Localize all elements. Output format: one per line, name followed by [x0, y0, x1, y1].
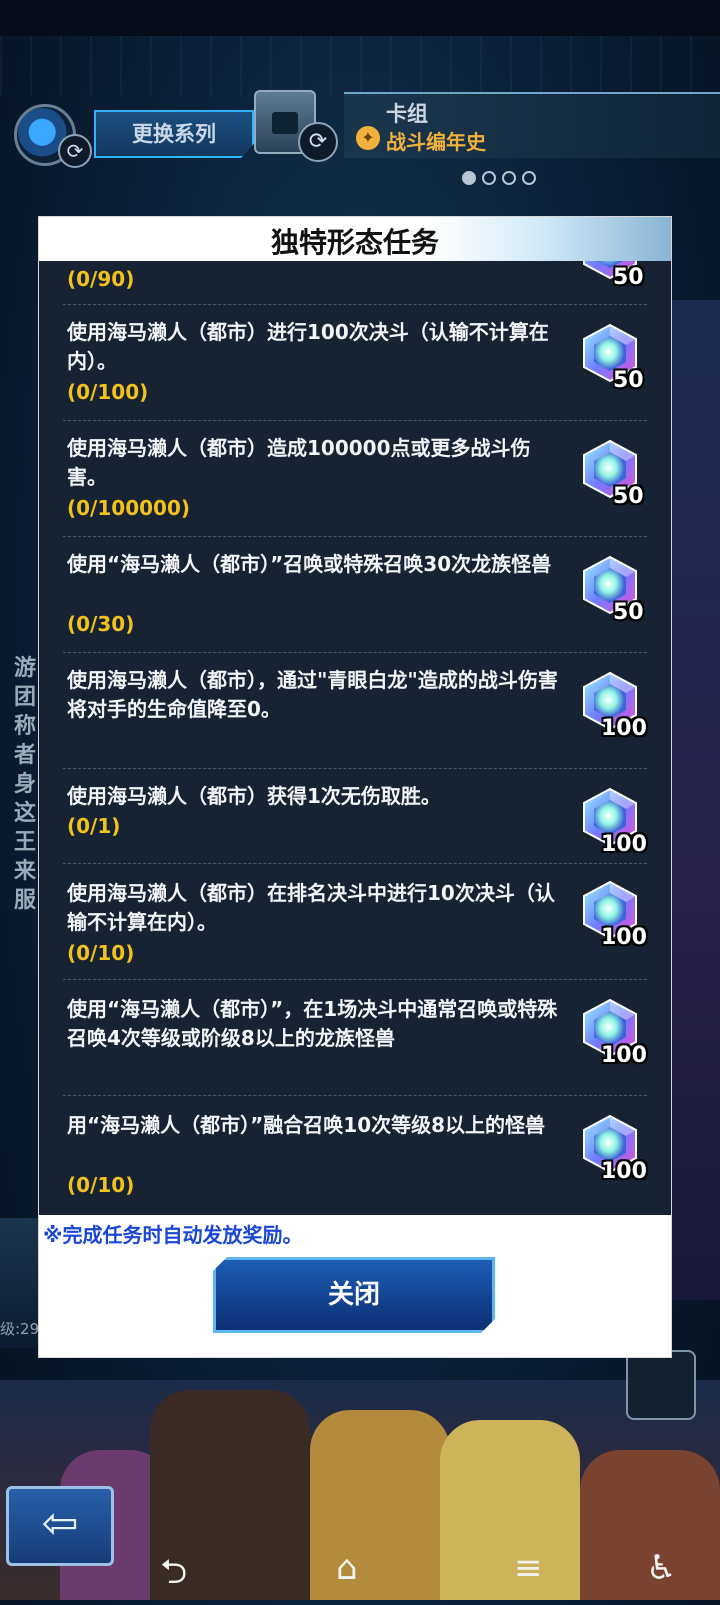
mission-item: 使用海马濑人（都市），通过"青眼白龙"造成的战斗伤害将对手的生命值降至0。 10…	[39, 666, 671, 776]
mission-description: 用“海马濑人（都市）”融合召唤10次等级8以上的怪兽	[67, 1113, 546, 1137]
divider	[63, 304, 647, 305]
divider	[63, 979, 647, 980]
accessibility-icon[interactable]: ♿	[646, 1548, 676, 1588]
mission-description: 使用海马濑人（都市）获得1次无伤取胜。	[67, 784, 441, 808]
page-dot	[502, 171, 516, 185]
divider	[63, 652, 647, 653]
mission-progress: (0/90)	[67, 267, 135, 291]
mission-item: 使用海马濑人（都市）造成100000点或更多战斗伤害。 (0/100000) 5…	[39, 434, 671, 544]
mission-description: 使用海马濑人（都市），通过"青眼白龙"造成的战斗伤害将对手的生命值降至0。	[67, 668, 558, 721]
reward-amount: 50	[613, 600, 644, 625]
character-description-text: 游团称者身这王来服	[14, 656, 37, 913]
mission-item: 使用“海马濑人（都市）”，在1场决斗中通常召唤或特殊召唤4次等级或阶级8以上的龙…	[39, 995, 671, 1105]
accessibility-panel-icon[interactable]	[626, 1350, 696, 1420]
deck-selector[interactable]: 卡组 ✦ 战斗编年史	[344, 92, 720, 158]
divider	[63, 863, 647, 864]
refresh-icon: ⟳	[58, 134, 92, 168]
auto-reward-note: ※完成任务时自动发放奖励。	[43, 1223, 303, 1247]
mission-progress: (0/10)	[67, 1173, 135, 1197]
mission-description: 使用海马濑人（都市）造成100000点或更多战斗伤害。	[67, 436, 531, 489]
page-indicator	[462, 170, 542, 189]
system-navbar: ⮌ ⌂ ≡ ♿	[0, 1540, 720, 1600]
mission-description: 使用“海马濑人（都市）”召唤或特殊召唤30次龙族怪兽	[67, 552, 552, 576]
refresh-icon[interactable]: ⟳	[298, 122, 338, 162]
dialog-header: 独特形态任务	[39, 217, 671, 261]
change-series-label: 更换系列	[94, 110, 254, 158]
change-series-button[interactable]: 更换系列 ⟳	[14, 104, 254, 168]
unique-form-missions-dialog: 独特形态任务 (0/90) 50 使用海马濑人（都市）进行100次决斗（认输不计…	[38, 216, 672, 1358]
divider	[63, 536, 647, 537]
level-text: 级:29	[0, 1320, 40, 1338]
mission-progress: (0/10)	[67, 941, 135, 965]
page-dot	[462, 171, 476, 185]
mission-description: 使用海马濑人（都市）进行100次决斗（认输不计算在内）。	[67, 320, 549, 373]
mission-description: 使用“海马濑人（都市）”，在1场决斗中通常召唤或特殊召唤4次等级或阶级8以上的龙…	[67, 997, 558, 1050]
mission-progress: (0/100000)	[67, 496, 190, 520]
mission-description: 使用海马濑人（都市）在排名决斗中进行10次决斗（认输不计算在内）。	[67, 881, 555, 934]
close-button[interactable]: 关闭	[213, 1257, 495, 1333]
divider	[63, 420, 647, 421]
mission-item: 使用海马濑人（都市）进行100次决斗（认输不计算在内）。 (0/100) 50	[39, 318, 671, 428]
mission-progress: (0/1)	[67, 814, 121, 838]
reward-amount: 100	[601, 832, 647, 857]
reward-amount: 100	[601, 1043, 647, 1068]
mission-item: 使用“海马濑人（都市）”召唤或特殊召唤30次龙族怪兽 (0/30) 50	[39, 550, 671, 660]
mission-progress: (0/30)	[67, 612, 135, 636]
nav-menu-icon[interactable]: ≡	[514, 1548, 543, 1588]
deck-name: 战斗编年史	[386, 130, 486, 154]
reward-amount: 50	[613, 265, 644, 290]
deck-label: 卡组	[386, 102, 428, 126]
status-bar	[0, 0, 720, 36]
nav-home-icon[interactable]: ⌂	[336, 1548, 358, 1588]
mission-item: 使用海马濑人（都市）在排名决斗中进行10次决斗（认输不计算在内）。 (0/10)…	[39, 879, 671, 989]
dialog-title: 独特形态任务	[270, 226, 439, 259]
reward-amount: 100	[601, 925, 647, 950]
reward-amount: 100	[601, 1159, 647, 1184]
deck-star-icon: ✦	[356, 126, 380, 150]
divider	[63, 768, 647, 769]
card-art-strip	[670, 300, 720, 1300]
page-dot	[482, 171, 496, 185]
circuit-decoration	[0, 36, 720, 96]
nav-back-icon[interactable]: ⮌	[160, 1548, 187, 1605]
reward-amount: 50	[613, 368, 644, 393]
divider	[63, 1095, 647, 1096]
mission-list[interactable]: (0/90) 50 使用海马濑人（都市）进行100次决斗（认输不计算在内）。 (…	[39, 261, 671, 1215]
page-dot	[522, 171, 536, 185]
mission-progress: (0/100)	[67, 380, 149, 404]
mission-item: 用“海马濑人（都市）”融合召唤10次等级8以上的怪兽 (0/10) 100	[39, 1111, 671, 1215]
reward-amount: 100	[601, 716, 647, 741]
reward-amount: 50	[613, 484, 644, 509]
